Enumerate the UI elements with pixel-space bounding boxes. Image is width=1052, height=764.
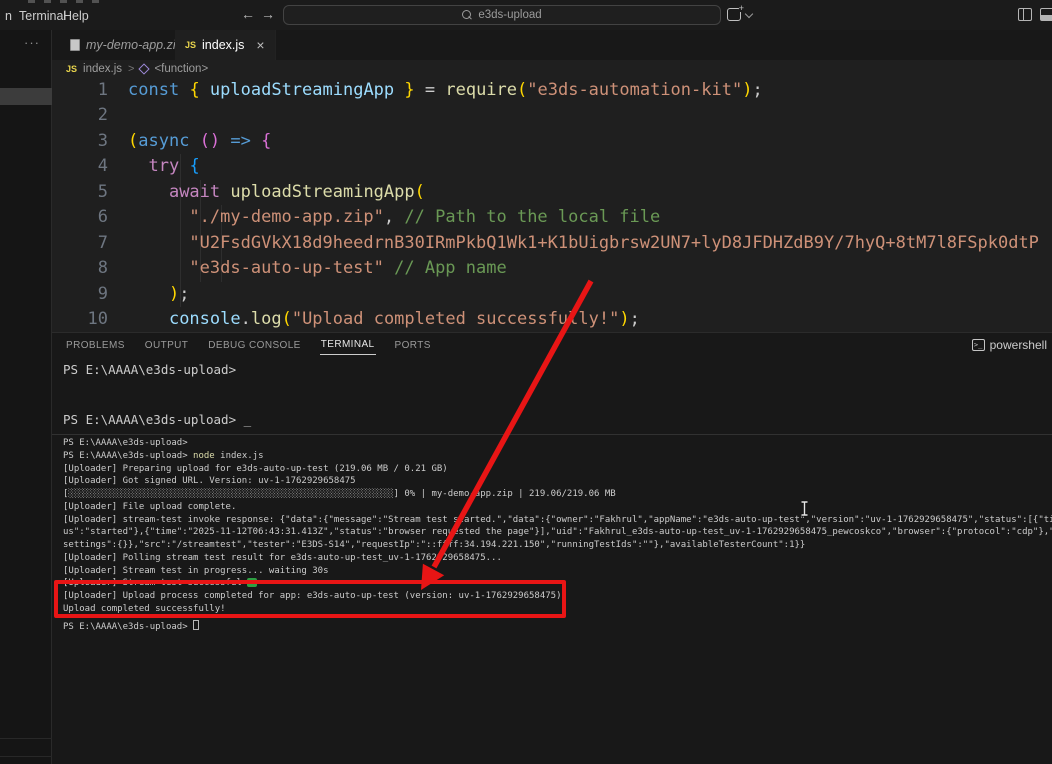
line-number[interactable]: 2 bbox=[52, 103, 108, 128]
line-number[interactable]: 4 bbox=[52, 154, 108, 179]
nav-forward-icon[interactable]: → bbox=[258, 6, 278, 22]
code-line[interactable]: 7 "U2FsdGVkX18d9heedrnB30IRmPkbQ1Wk1+K1b… bbox=[52, 231, 1052, 256]
terminal-line: [Uploader] Upload process completed for … bbox=[63, 590, 1052, 603]
file-icon bbox=[70, 39, 80, 51]
close-icon[interactable]: × bbox=[256, 39, 264, 51]
terminal-line: [Uploader] Preparing upload for e3ds-aut… bbox=[63, 463, 1052, 476]
code-line[interactable]: 5 await uploadStreamingApp( bbox=[52, 180, 1052, 205]
code-line[interactable]: 8 "e3ds-auto-up-test" // App name bbox=[52, 256, 1052, 281]
line-number[interactable]: 1 bbox=[52, 78, 108, 103]
code-line[interactable]: 1 const { uploadStreamingApp } = require(… bbox=[52, 78, 1052, 103]
line-number[interactable]: 5 bbox=[52, 180, 108, 205]
terminal-line: us":"started"},{"time":"2025-11-12T06:43… bbox=[63, 526, 1052, 539]
shell-label: powershell bbox=[990, 338, 1047, 352]
customize-layout-icon[interactable] bbox=[1018, 8, 1032, 21]
panel-tab-debug-console[interactable]: DEBUG CONSOLE bbox=[207, 336, 301, 355]
terminal-prompt-line[interactable]: PS E:\AAAA\e3ds-upload> bbox=[63, 362, 236, 377]
code-text: (async () => { bbox=[128, 129, 271, 154]
code-text: await uploadStreamingApp( bbox=[128, 180, 425, 205]
left-sidebar-strip: ··· bbox=[0, 30, 52, 764]
terminal-line: [░░░░░░░░░░░░░░░░░░░░░░░░░░░░░░░░░░░░░░░… bbox=[63, 488, 1052, 501]
terminal-cursor bbox=[193, 620, 199, 630]
code-line[interactable]: 9 ); bbox=[52, 282, 1052, 307]
terminal-line: [Uploader] stream-test invoke response: … bbox=[63, 514, 1052, 527]
terminal-prompt-line[interactable]: PS E:\AAAA\e3ds-upload> _ bbox=[63, 412, 251, 427]
code-line[interactable]: 3 (async () => { bbox=[52, 129, 1052, 154]
code-line[interactable]: 6 "./my-demo-app.zip", // Path to the lo… bbox=[52, 205, 1052, 230]
code-text: "e3ds-auto-up-test" // App name bbox=[128, 256, 507, 281]
line-number[interactable]: 8 bbox=[52, 256, 108, 281]
tab-index-js[interactable]: JS index.js × bbox=[175, 30, 276, 60]
divider bbox=[0, 738, 52, 739]
tab-my-demo-app-zip[interactable]: my-demo-app.zip bbox=[60, 30, 194, 60]
cropped-menu-fragment bbox=[28, 0, 102, 3]
line-number[interactable]: 6 bbox=[52, 205, 108, 230]
menu-item-help[interactable]: Help bbox=[58, 7, 94, 25]
terminal-line: PS E:\AAAA\e3ds-upload> node index.js bbox=[63, 450, 1052, 463]
tab-label: my-demo-app.zip bbox=[86, 38, 183, 52]
code-line[interactable]: 10 console.log("Upload completed success… bbox=[52, 307, 1052, 332]
code-text: "U2FsdGVkX18d9heedrnB30IRmPkbQ1Wk1+K1bUi… bbox=[128, 231, 1039, 256]
editor-tab-bar: my-demo-app.zip JS index.js × bbox=[52, 30, 1052, 60]
terminal-line: [Uploader] Stream test successful ✓ bbox=[63, 577, 1052, 590]
tab-label: index.js bbox=[202, 38, 244, 52]
title-bar: n Terminal Help ← → e3ds-upload + bbox=[0, 0, 1052, 30]
terminal-line: PS E:\AAAA\e3ds-upload> bbox=[63, 620, 1052, 633]
breadcrumb: JS index.js > <function> bbox=[66, 60, 208, 78]
terminal-output[interactable]: PS E:\AAAA\e3ds-upload>PS E:\AAAA\e3ds-u… bbox=[63, 437, 1052, 632]
terminal-line: settings":{}},"src":"/streamtest","teste… bbox=[63, 539, 1052, 552]
code-lines: 1 const { uploadStreamingApp } = require(… bbox=[52, 78, 1052, 332]
panel-tab-output[interactable]: OUTPUT bbox=[144, 336, 190, 355]
line-number[interactable]: 9 bbox=[52, 282, 108, 307]
panel-tab-terminal[interactable]: TERMINAL bbox=[320, 335, 376, 355]
code-text: ); bbox=[128, 282, 189, 307]
terminal-line: [Uploader] Got signed URL. Version: uv-1… bbox=[63, 475, 1052, 488]
nav-back-icon[interactable]: ← bbox=[238, 6, 258, 22]
shell-profile-badge[interactable]: >_ powershell bbox=[972, 338, 1047, 352]
terminal-line: Upload completed successfully! bbox=[63, 603, 1052, 616]
chevron-right-icon: > bbox=[128, 63, 134, 75]
divider bbox=[0, 756, 52, 757]
line-number[interactable]: 3 bbox=[52, 129, 108, 154]
bottom-panel: PROBLEMS OUTPUT DEBUG CONSOLE TERMINAL P… bbox=[52, 332, 1052, 764]
copilot-icon[interactable]: + bbox=[727, 8, 741, 21]
breadcrumb-file[interactable]: index.js bbox=[83, 63, 122, 75]
panel-tab-ports[interactable]: PORTS bbox=[394, 336, 432, 355]
code-line[interactable]: 2 bbox=[52, 103, 1052, 128]
terminal-icon: >_ bbox=[972, 339, 985, 351]
vscode-window: n Terminal Help ← → e3ds-upload + ··· my… bbox=[0, 0, 1052, 764]
editor-actions-overflow[interactable]: ··· bbox=[24, 35, 40, 50]
code-editor[interactable]: JS index.js > <function> 1 const { upload… bbox=[52, 60, 1052, 332]
code-text: console.log("Upload completed successful… bbox=[128, 307, 640, 332]
terminal-line: [Uploader] Stream test in progress... wa… bbox=[63, 565, 1052, 578]
symbol-icon bbox=[139, 63, 150, 74]
sidebar-scroll-thumb[interactable] bbox=[0, 88, 52, 105]
code-text: try { bbox=[128, 154, 200, 179]
code-text: const { uploadStreamingApp } = require("… bbox=[128, 78, 763, 103]
terminal-split-divider[interactable] bbox=[52, 434, 1052, 435]
search-value: e3ds-upload bbox=[478, 9, 541, 21]
code-text: "./my-demo-app.zip", // Path to the loca… bbox=[128, 205, 660, 230]
line-number[interactable]: 7 bbox=[52, 231, 108, 256]
breadcrumb-symbol[interactable]: <function> bbox=[154, 63, 208, 75]
panel-tab-problems[interactable]: PROBLEMS bbox=[65, 336, 126, 355]
chevron-down-icon[interactable] bbox=[746, 11, 753, 18]
js-icon: JS bbox=[66, 64, 77, 74]
terminal-line: PS E:\AAAA\e3ds-upload> bbox=[63, 437, 1052, 450]
line-number[interactable]: 10 bbox=[52, 307, 108, 332]
search-input[interactable]: e3ds-upload bbox=[283, 5, 721, 25]
code-line[interactable]: 4 try { bbox=[52, 154, 1052, 179]
panel-tab-bar: PROBLEMS OUTPUT DEBUG CONSOLE TERMINAL P… bbox=[65, 333, 432, 357]
terminal-line: [Uploader] File upload complete. bbox=[63, 501, 1052, 514]
search-icon bbox=[462, 10, 472, 20]
js-icon: JS bbox=[185, 40, 196, 50]
terminal-line: [Uploader] Polling stream test result fo… bbox=[63, 552, 1052, 565]
toggle-panel-icon[interactable] bbox=[1040, 8, 1052, 21]
